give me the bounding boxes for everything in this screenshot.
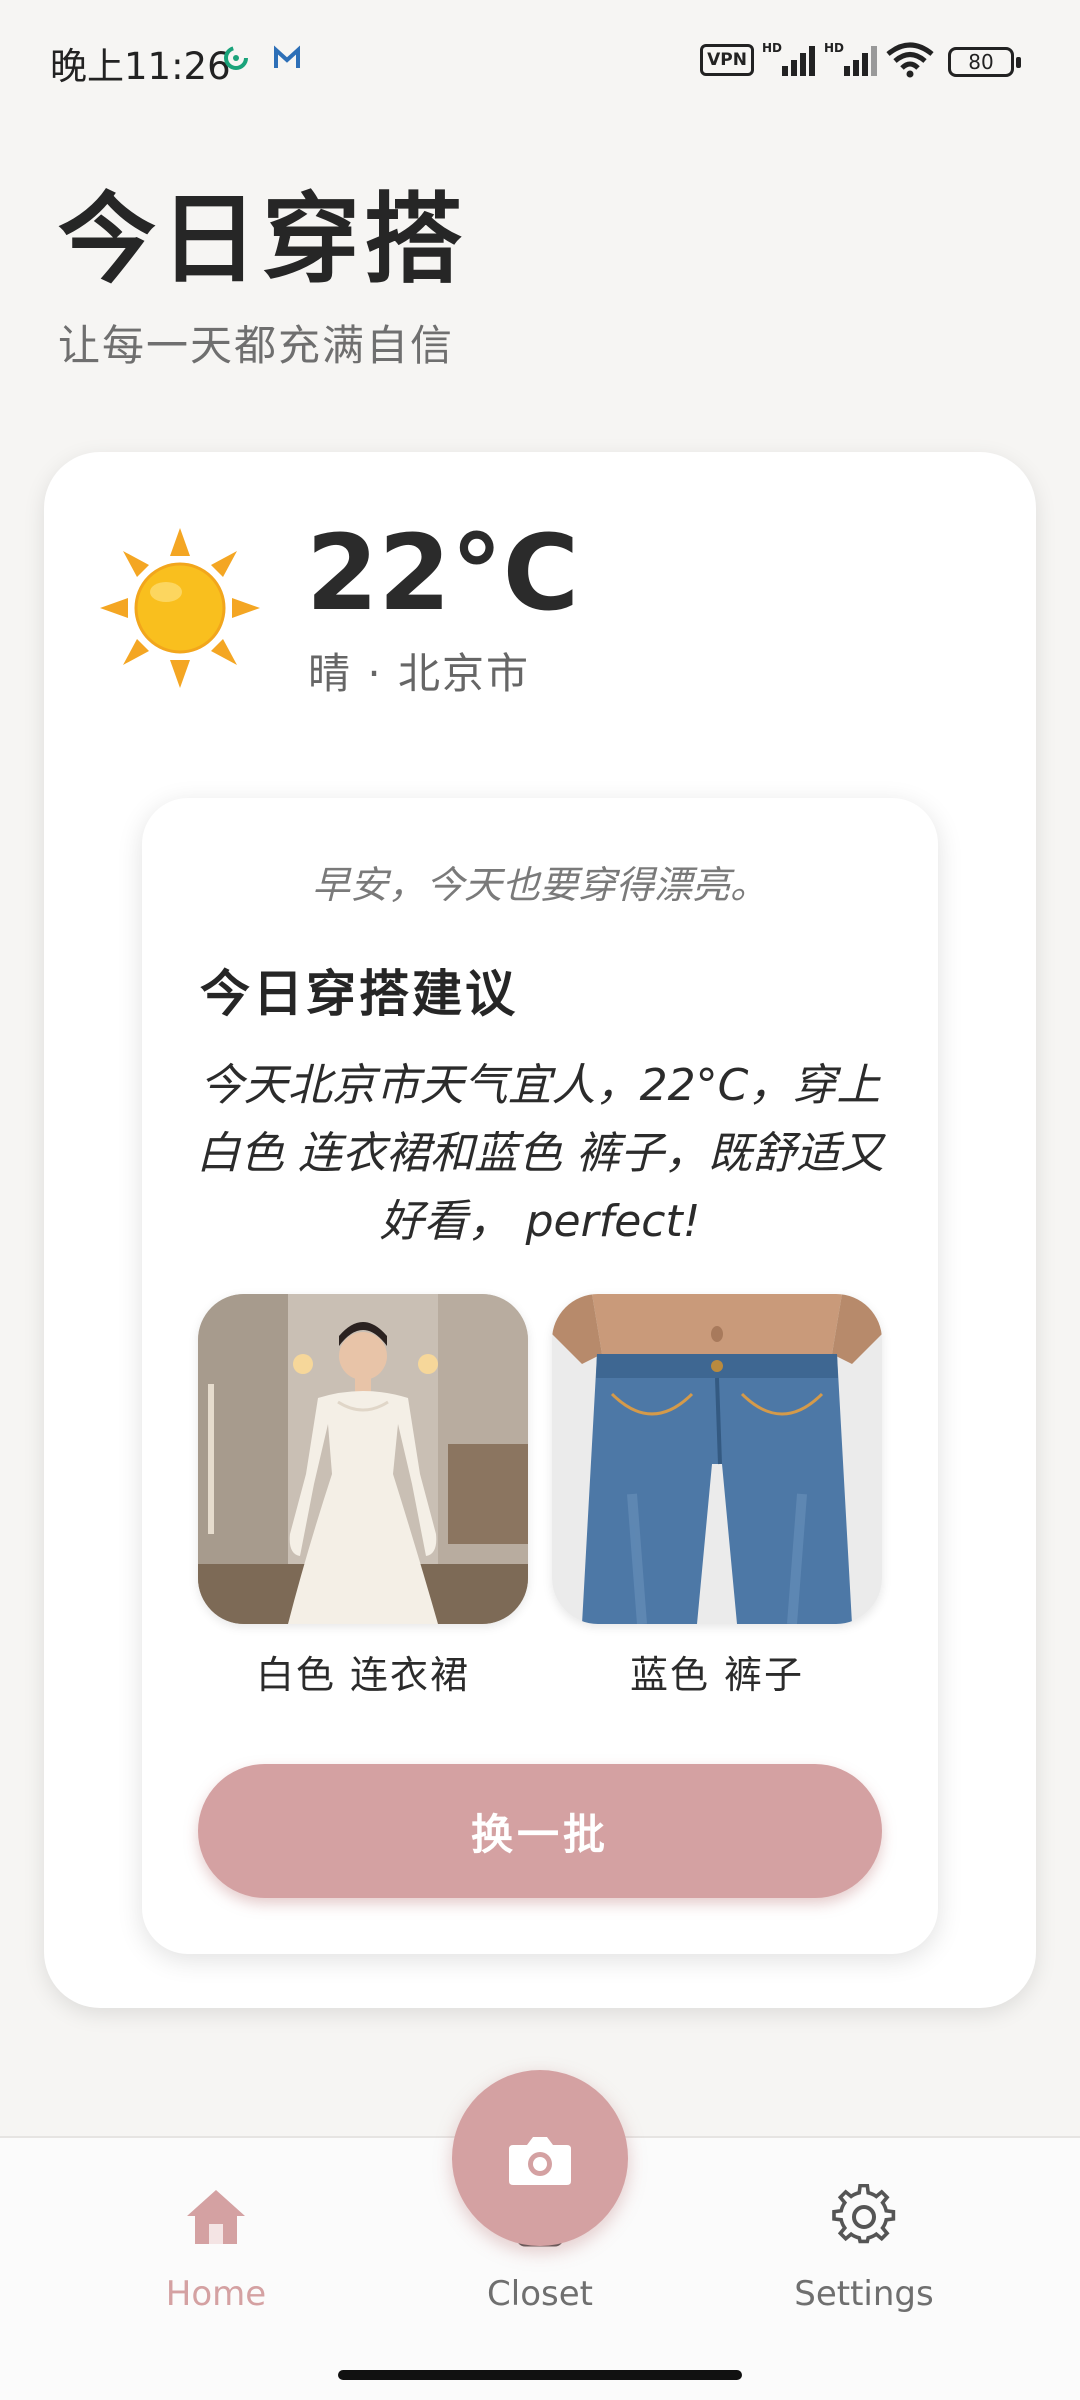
hd-signal-icon: HD bbox=[824, 41, 877, 76]
nav-label-closet: Closet bbox=[487, 2274, 593, 2314]
camera-icon bbox=[509, 2136, 571, 2185]
gear-icon bbox=[832, 2184, 896, 2244]
battery-indicator: 80 bbox=[948, 47, 1021, 77]
outfit-item-label: 蓝色 裤子 bbox=[629, 1653, 805, 1697]
page-title: 今日穿搭 bbox=[58, 183, 467, 297]
temperature: 22°C bbox=[306, 512, 580, 634]
nav-item-settings[interactable]: Settings bbox=[764, 2184, 964, 2314]
wifi-icon bbox=[886, 42, 934, 78]
status-time: 晚上11:26 bbox=[50, 45, 231, 88]
nav-label-home: Home bbox=[165, 2274, 267, 2314]
status-bar: 晚上11:26 VPN HD HD 80 bbox=[0, 0, 1080, 120]
outfit-item-label: 白色 连衣裙 bbox=[255, 1653, 471, 1697]
page-subtitle: 让每一天都充满自信 bbox=[58, 321, 455, 370]
hd-signal-icon: HD bbox=[762, 41, 815, 76]
nav-item-home[interactable]: Home bbox=[116, 2184, 316, 2314]
suggestion-title: 今日穿搭建议 bbox=[200, 965, 518, 1023]
app-screen: 晚上11:26 VPN HD HD 80 今日穿搭 让每一天都充满自信 22°C… bbox=[0, 0, 1080, 2400]
svg-text:HD: HD bbox=[824, 41, 844, 55]
home-indicator[interactable] bbox=[338, 2370, 742, 2380]
white-dress-photo bbox=[198, 1294, 528, 1624]
suggestion-text: 今天北京市天气宜人，22°C，穿上白色 连衣裙和蓝色 裤子，既舒适又好看， pe… bbox=[196, 1060, 884, 1247]
nav-label-settings: Settings bbox=[794, 2274, 934, 2314]
outfit-item-dress[interactable] bbox=[198, 1294, 528, 1624]
home-icon bbox=[187, 2190, 245, 2244]
vpn-badge: VPN bbox=[700, 44, 754, 76]
outfit-item-jeans[interactable] bbox=[552, 1294, 882, 1624]
svg-text:HD: HD bbox=[762, 41, 782, 55]
refresh-outfit-button[interactable]: 换一批 bbox=[198, 1764, 882, 1898]
weather-description: 晴 · 北京市 bbox=[308, 649, 531, 698]
camera-fab-button[interactable] bbox=[452, 2070, 628, 2246]
blue-jeans-photo bbox=[552, 1294, 882, 1624]
refresh-circle-icon bbox=[224, 46, 248, 70]
greeting-text: 早安，今天也要穿得漂亮。 bbox=[311, 863, 768, 907]
sun-icon bbox=[100, 528, 260, 688]
m-logo-icon bbox=[274, 45, 300, 68]
